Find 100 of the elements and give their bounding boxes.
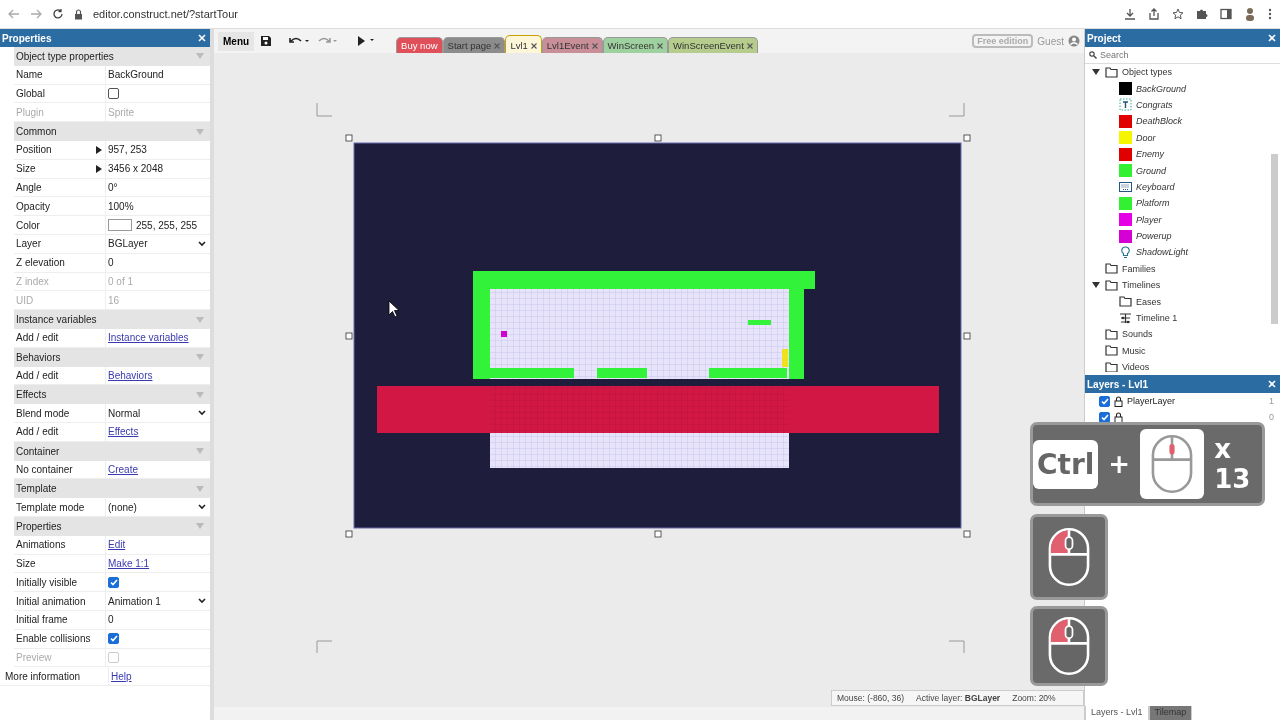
address-bar[interactable]: editor.construct.net/?startTour (93, 8, 238, 20)
close-icon[interactable] (530, 42, 537, 49)
dropdown[interactable]: BGLayer (108, 234, 210, 253)
avatar-icon[interactable] (1244, 7, 1256, 21)
tree-item[interactable]: Object types (1122, 67, 1173, 78)
light-bulb-icon (1119, 246, 1132, 259)
tree-item[interactable]: Enemy (1136, 149, 1164, 160)
dropdown[interactable]: Normal (108, 404, 210, 422)
expand-triangle-icon[interactable] (1092, 69, 1100, 76)
lock-icon[interactable] (1114, 411, 1123, 423)
tree-item[interactable]: ShadowLight (1136, 247, 1189, 258)
link[interactable]: Create (108, 463, 138, 475)
forward-icon[interactable] (30, 9, 42, 19)
reload-icon[interactable] (52, 8, 64, 20)
expand-arrow-icon[interactable] (96, 145, 102, 154)
scrollbar[interactable] (214, 707, 1084, 720)
resize-handle[interactable] (963, 134, 971, 142)
section-bar[interactable]: Common (14, 122, 210, 141)
download-icon[interactable] (1124, 8, 1136, 20)
tree-item[interactable]: BackGround (1136, 83, 1187, 94)
lock-icon[interactable] (1114, 395, 1123, 407)
tree-item[interactable]: Sounds (1122, 329, 1153, 340)
section-bar[interactable]: Object type properties (14, 47, 210, 66)
tree-item[interactable]: Eases (1136, 296, 1161, 307)
checkbox[interactable] (108, 633, 119, 645)
checkbox[interactable] (1099, 395, 1110, 407)
expand-arrow-icon[interactable] (96, 164, 102, 173)
close-icon[interactable] (746, 42, 753, 49)
more-icon[interactable] (1268, 8, 1272, 20)
resize-handle[interactable] (345, 530, 353, 538)
property-value: 255, 255, 255 (136, 219, 198, 231)
tree-item[interactable]: Keyboard (1136, 181, 1175, 192)
property-label: UID (16, 294, 34, 306)
dropdown[interactable]: (none) (108, 498, 210, 516)
close-icon[interactable] (591, 42, 598, 49)
expand-triangle-icon[interactable] (1092, 282, 1100, 289)
section-bar[interactable]: Effects (14, 385, 210, 405)
dropdown[interactable]: Animation 1 (108, 592, 210, 610)
panel-title: Layers - Lvl1 (1087, 378, 1149, 390)
tree-item[interactable]: Congrats (1136, 99, 1173, 110)
panel-tab[interactable]: Layers - Lvl1 (1085, 706, 1149, 720)
tree-item[interactable]: Timelines (1122, 280, 1161, 291)
editor-tab[interactable]: Lvl1 (505, 35, 542, 53)
plus-sign: + (1108, 449, 1131, 479)
property-label: Add / edit (16, 426, 59, 438)
mouse-position: Mouse: (-860, 36) (837, 693, 905, 703)
link[interactable]: Help (111, 670, 132, 682)
tree-item[interactable]: Powerup (1136, 231, 1172, 242)
checkbox[interactable] (108, 88, 119, 99)
save-icon[interactable] (260, 35, 273, 47)
play-icon[interactable] (356, 35, 377, 47)
layout-corner-mark (948, 102, 965, 117)
resize-handle[interactable] (654, 530, 662, 538)
layer-name[interactable]: PlayerLayer (1127, 396, 1176, 406)
section-bar[interactable]: Instance variables (14, 310, 210, 329)
section-bar[interactable]: Template (14, 479, 210, 499)
tree-item[interactable]: Ground (1136, 165, 1167, 176)
lock-icon (74, 8, 83, 20)
editor-tab[interactable]: Buy now (396, 37, 443, 53)
resize-handle[interactable] (345, 332, 353, 340)
link[interactable]: Effects (108, 426, 139, 438)
link[interactable]: Make 1:1 (108, 557, 150, 569)
section-title: Object type properties (16, 50, 114, 62)
editor-tab[interactable]: WinScreen (602, 37, 669, 53)
property-label: Angle (16, 181, 42, 193)
close-icon[interactable] (657, 42, 664, 49)
star-icon[interactable] (1172, 8, 1184, 20)
tree-item[interactable]: Platform (1136, 198, 1170, 209)
repeat-count: x 13 (1214, 434, 1252, 494)
back-icon[interactable] (8, 9, 20, 19)
tree-item[interactable]: Music (1122, 345, 1146, 356)
user-icon[interactable] (1068, 35, 1080, 47)
property-value: BackGround (108, 69, 164, 81)
link[interactable]: Behaviors (108, 369, 153, 381)
share-icon[interactable] (1148, 8, 1160, 20)
tree-item[interactable]: DeathBlock (1136, 116, 1183, 127)
editor-tab[interactable]: Lvl1Event (541, 37, 603, 53)
tree-item[interactable]: Timeline 1 (1136, 313, 1178, 324)
link[interactable]: Edit (108, 539, 126, 551)
resize-handle[interactable] (963, 530, 971, 538)
chevron-icon (198, 410, 206, 417)
tree-item[interactable]: Videos (1122, 362, 1150, 372)
tree-item[interactable]: Families (1122, 263, 1156, 274)
link[interactable]: Instance variables (108, 332, 189, 344)
scrollbar[interactable] (1271, 154, 1278, 324)
sidebar-icon[interactable] (1220, 8, 1232, 20)
editor-tab[interactable]: WinScreenEvent (668, 37, 758, 53)
resize-handle[interactable] (345, 134, 353, 142)
property-label: Enable collisions (16, 633, 91, 645)
resize-handle[interactable] (963, 332, 971, 340)
editor-tab[interactable]: Start page (442, 37, 506, 53)
color-swatch[interactable] (108, 219, 132, 232)
property-label: Initial frame (16, 614, 68, 626)
resize-handle[interactable] (654, 134, 662, 142)
menu-button[interactable]: Menu (218, 31, 255, 51)
tree-item[interactable]: Door (1136, 132, 1156, 143)
puzzle-icon[interactable] (1196, 8, 1208, 20)
checkbox[interactable] (108, 576, 119, 588)
folder-icon (1119, 296, 1132, 308)
tree-item[interactable]: Player (1136, 214, 1162, 225)
